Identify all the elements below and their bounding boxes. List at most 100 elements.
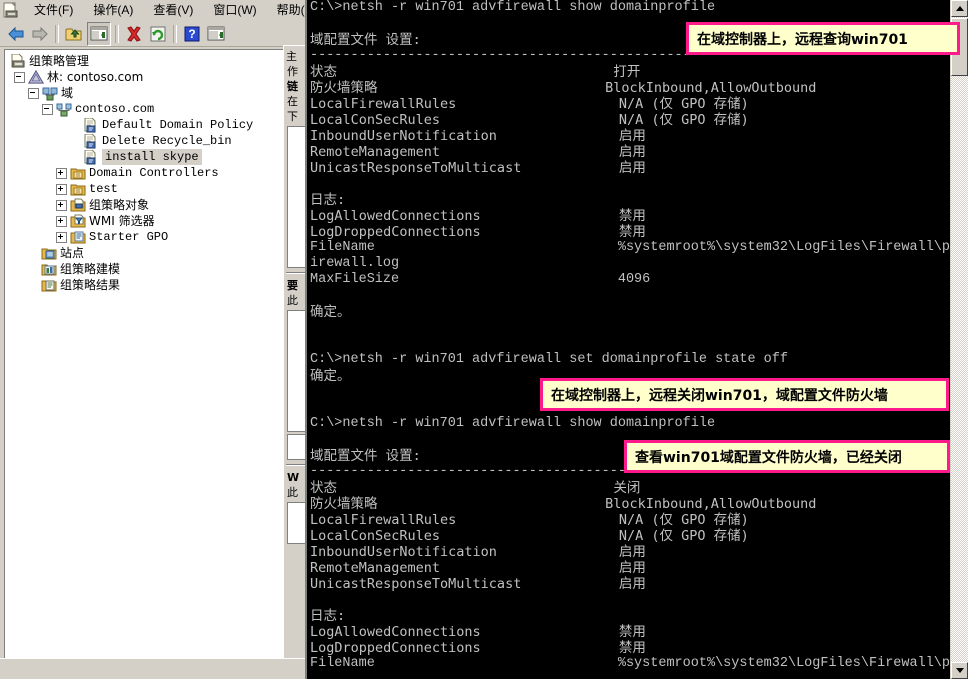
console-line: UnicastResponseToMulticast 启用 [310, 160, 646, 176]
menu-window[interactable]: 窗口(W) [203, 1, 266, 20]
console-line: InboundUserNotification 启用 [310, 128, 646, 144]
expand-icon[interactable] [56, 215, 67, 227]
tree-item-4[interactable]: Default Domain Policy [8, 117, 302, 133]
show-tree-icon[interactable] [87, 21, 111, 46]
gpmc-root-icon [10, 53, 26, 69]
tree-item-6[interactable]: install skype [8, 149, 302, 165]
tree-item-1[interactable]: 林: contoso.com [8, 69, 302, 85]
refresh-icon[interactable] [147, 23, 169, 45]
gpo-folder-icon [70, 198, 86, 213]
tree-item-label: WMI 筛选器 [89, 214, 155, 228]
tree-item-9[interactable]: 组策略对象 [8, 197, 302, 213]
expand-icon[interactable] [56, 231, 67, 243]
screen: 文件(F) 操作(A) 查看(V) 窗口(W) 帮助(H) ? 组策略管理 林:… [0, 0, 968, 679]
collapse-icon[interactable] [42, 103, 53, 115]
console-line: 状态 关闭 [310, 480, 641, 496]
tree-item-label: Default Domain Policy [102, 118, 254, 132]
help-icon[interactable]: ? [181, 23, 203, 45]
starter-gpo-icon [70, 230, 86, 245]
tree-item-14[interactable]: 组策略结果 [8, 277, 302, 293]
delete-icon[interactable] [123, 23, 145, 45]
back-icon[interactable] [5, 23, 27, 45]
console-line: LocalConSecRules N/A (仅 GPO 存储) [310, 112, 749, 128]
collapse-icon[interactable] [14, 71, 25, 83]
forest-icon [27, 69, 45, 85]
tree-item-8[interactable]: test [8, 181, 302, 197]
tree-item-label: Domain Controllers [89, 166, 219, 180]
tree-root-label: 组策略管理 [29, 54, 90, 68]
console-line: LocalConSecRules N/A (仅 GPO 存储) [310, 528, 749, 544]
tree-item-2[interactable]: 域 [8, 85, 302, 101]
console-line: LogAllowedConnections 禁用 [310, 208, 646, 224]
scroll-up-arrow[interactable] [951, 0, 968, 17]
console-line: 防火墙策略 BlockInbound,AllowOutbound [310, 496, 817, 512]
console-line: C:\>netsh -r win701 advfirewall show dom… [310, 416, 716, 431]
console-line: C:\>netsh -r win701 advfirewall set doma… [310, 352, 788, 367]
console-line: 状态 打开 [310, 64, 641, 80]
console-tree: 组策略管理 林: contoso.com 域 contoso.com Default … [5, 50, 302, 293]
menu-file[interactable]: 文件(F) [24, 1, 83, 20]
wmi-folder-icon [70, 214, 86, 229]
callout-2: 在域控制器上，远程关闭win701，域配置文件防火墙 [540, 378, 949, 411]
console-line: 确定。 [310, 304, 351, 320]
svg-text:?: ? [188, 27, 195, 41]
tree-item-5[interactable]: Delete Recycle_bin [8, 133, 302, 149]
tree-item-label: 组策略建模 [60, 262, 121, 276]
expand-icon[interactable] [56, 183, 67, 195]
toolbar-separator [55, 24, 59, 43]
tree-item-label: Delete Recycle_bin [102, 134, 232, 148]
collapse-icon[interactable] [28, 87, 39, 99]
console-line: RemoteManagement 启用 [310, 144, 646, 160]
console-line: FileName %systemroot%\system32\LogFiles\… [310, 656, 951, 671]
menu-action[interactable]: 操作(A) [83, 1, 143, 20]
forward-icon[interactable] [29, 23, 51, 45]
console-line: 日志: [310, 608, 346, 624]
tree-item-10[interactable]: WMI 筛选器 [8, 213, 302, 229]
domains-icon [42, 86, 58, 101]
console-scrollbar[interactable] [950, 0, 968, 679]
tree-root-item[interactable]: 组策略管理 [8, 53, 302, 69]
console-line: C:\>netsh -r win701 advfirewall show dom… [310, 0, 716, 15]
expand-icon[interactable] [56, 167, 67, 179]
console-line: irewall.log [310, 256, 400, 271]
console-output[interactable]: C:\>netsh -r win701 advfirewall show dom… [310, 0, 951, 679]
console-line: RemoteManagement 启用 [310, 560, 646, 576]
tree-item-label: Starter GPO [89, 230, 169, 244]
console-line: MaxFileSize 4096 [310, 272, 651, 287]
command-prompt-window[interactable]: C:\>netsh -r win701 advfirewall show dom… [305, 0, 968, 679]
toolbar-separator-2 [115, 24, 119, 43]
ou-icon [70, 182, 86, 197]
up-folder-icon[interactable] [63, 23, 85, 45]
tree-item-label: 域 [61, 86, 74, 100]
tree-item-13[interactable]: 组策略建模 [8, 261, 302, 277]
properties-icon[interactable] [205, 23, 227, 45]
app-icon [2, 2, 20, 19]
callout-3: 查看win701域配置文件防火墙，已经关闭 [624, 440, 950, 473]
console-tree-pane[interactable]: 组策略管理 林: contoso.com 域 contoso.com Default … [4, 49, 303, 660]
menu-view[interactable]: 查看(V) [143, 1, 203, 20]
console-line: 防火墙策略 BlockInbound,AllowOutbound [310, 80, 817, 96]
console-line: LogAllowedConnections 禁用 [310, 624, 646, 640]
callout-1: 在域控制器上，远程查询win701 [686, 22, 960, 55]
console-line: LocalFirewallRules N/A (仅 GPO 存储) [310, 512, 749, 528]
tree-item-11[interactable]: Starter GPO [8, 229, 302, 245]
tree-item-3[interactable]: contoso.com [8, 101, 302, 117]
console-line: 日志: [310, 192, 346, 208]
domain-icon [56, 102, 72, 117]
console-line: UnicastResponseToMulticast 启用 [310, 576, 646, 592]
gpo-link-icon [83, 133, 99, 149]
expand-icon[interactable] [56, 199, 67, 211]
scroll-down-arrow[interactable] [951, 662, 968, 679]
ou-icon [70, 166, 86, 181]
status-bar [0, 658, 305, 679]
toolbar-separator-3 [173, 24, 177, 43]
tree-item-12[interactable]: 站点 [8, 245, 302, 261]
tree-item-label: 站点 [60, 246, 85, 260]
tree-item-7[interactable]: Domain Controllers [8, 165, 302, 181]
console-line: LocalFirewallRules N/A (仅 GPO 存储) [310, 96, 749, 112]
console-line: InboundUserNotification 启用 [310, 544, 646, 560]
